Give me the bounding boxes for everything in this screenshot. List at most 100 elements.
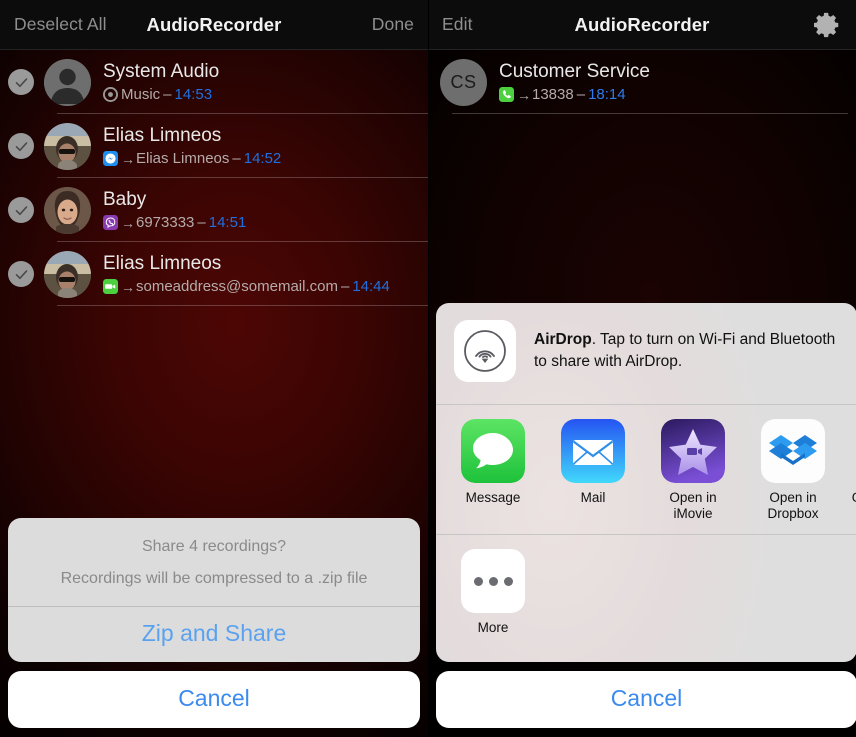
recording-title: System Audio xyxy=(103,60,220,82)
recording-time: 18:14 xyxy=(588,86,626,104)
done-button[interactable]: Done xyxy=(372,14,414,35)
phone-icon xyxy=(499,87,514,103)
share-app-label: Open in Drive xyxy=(852,490,856,506)
messenger-icon xyxy=(103,151,118,167)
recording-time: 14:53 xyxy=(174,86,213,104)
avatar xyxy=(44,58,91,106)
action-sheet-title: Share 4 recordings? xyxy=(141,538,287,555)
checkmark-icon[interactable] xyxy=(8,261,34,287)
dropbox-icon[interactable] xyxy=(761,419,825,484)
right-panel: Edit AudioRecorder CS Customer Service →… xyxy=(428,0,856,737)
separator-dash: – xyxy=(232,150,241,168)
share-app-mail[interactable]: Mail xyxy=(552,419,634,522)
avatar xyxy=(44,122,91,170)
table-row[interactable]: System Audio Music – 14:53 xyxy=(0,50,428,114)
recording-time: 14:51 xyxy=(208,214,247,232)
recording-destination: 13838 xyxy=(532,86,574,104)
zip-and-share-button[interactable]: Zip and Share xyxy=(8,606,420,662)
recording-subtitle: → 6973333 – 14:51 xyxy=(103,214,246,231)
share-app-drive[interactable]: Open in Drive xyxy=(852,419,856,522)
table-row[interactable]: Elias Limneos → someaddress@somemail.com… xyxy=(0,242,428,306)
music-record-icon xyxy=(103,87,118,103)
airdrop-icon[interactable] xyxy=(454,320,516,383)
recording-time: 14:52 xyxy=(243,150,282,168)
share-app-more[interactable]: More xyxy=(452,549,534,650)
mail-icon[interactable] xyxy=(561,419,625,484)
gear-icon[interactable] xyxy=(812,10,842,40)
edit-button[interactable]: Edit xyxy=(442,14,473,35)
share-sheet: AirDrop. Tap to turn on Wi-Fi and Blueto… xyxy=(436,303,856,728)
right-navbar: Edit AudioRecorder xyxy=(428,0,856,50)
left-panel: Deselect All AudioRecorder Done System A… xyxy=(0,0,428,737)
table-row[interactable]: Baby → 6973333 – 14:51 xyxy=(0,178,428,242)
share-confirm-action-sheet: Share 4 recordings? Recordings will be c… xyxy=(8,518,420,728)
separator-dash: – xyxy=(197,214,206,232)
recording-destination: Music xyxy=(121,86,161,104)
recording-subtitle: → Elias Limneos – 14:52 xyxy=(103,150,281,167)
share-apps-row: Message Mail Open in iMovie Open in Drop… xyxy=(436,405,856,534)
imovie-icon[interactable] xyxy=(661,419,725,484)
avatar: CS xyxy=(440,58,487,106)
recording-destination: someaddress@somemail.com xyxy=(136,278,338,296)
share-app-imovie[interactable]: Open in iMovie xyxy=(652,419,734,522)
left-recording-list: System Audio Music – 14:53 Elias Limneos… xyxy=(0,50,428,306)
recording-subtitle: Music – 14:53 xyxy=(103,86,219,103)
share-app-label: Open in iMovie xyxy=(669,490,717,522)
table-row[interactable]: Elias Limneos → Elias Limneos – 14:52 xyxy=(0,114,428,178)
arrow-icon: → xyxy=(121,150,135,167)
recording-title: Baby xyxy=(103,188,147,210)
airdrop-description: AirDrop. Tap to turn on Wi-Fi and Blueto… xyxy=(534,329,841,372)
share-app-message[interactable]: Message xyxy=(452,419,534,522)
avatar xyxy=(44,250,91,298)
row-separator xyxy=(452,113,848,114)
checkmark-icon[interactable] xyxy=(8,133,34,159)
avatar xyxy=(44,186,91,234)
cancel-button[interactable]: Cancel xyxy=(436,671,856,728)
viber-icon xyxy=(103,215,118,231)
share-sheet-group: AirDrop. Tap to turn on Wi-Fi and Blueto… xyxy=(436,303,856,662)
recording-title: Customer Service xyxy=(499,60,650,82)
arrow-icon: → xyxy=(517,86,531,103)
row-separator xyxy=(57,305,428,306)
action-sheet-group: Share 4 recordings? Recordings will be c… xyxy=(8,518,420,662)
checkmark-icon[interactable] xyxy=(8,197,34,223)
airdrop-row[interactable]: AirDrop. Tap to turn on Wi-Fi and Blueto… xyxy=(436,303,856,406)
arrow-icon: → xyxy=(121,214,135,231)
recording-title: Elias Limneos xyxy=(103,252,222,274)
left-navbar: Deselect All AudioRecorder Done xyxy=(0,0,428,50)
share-app-label: Open in Dropbox xyxy=(767,490,819,522)
cancel-button[interactable]: Cancel xyxy=(8,671,420,728)
deselect-all-button[interactable]: Deselect All xyxy=(14,14,107,35)
checkmark-icon[interactable] xyxy=(8,69,34,95)
right-recording-list: CS Customer Service → 13838 – 18:14 xyxy=(428,50,856,114)
action-sheet-message: Recordings will be compressed to a .zip … xyxy=(60,570,368,587)
separator-dash: – xyxy=(340,278,350,296)
separator-dash: – xyxy=(163,86,172,104)
dual-panel-screenshot: Deselect All AudioRecorder Done System A… xyxy=(0,0,856,737)
recording-subtitle: → someaddress@somemail.com – 14:44 xyxy=(103,278,390,295)
table-row[interactable]: CS Customer Service → 13838 – 18:14 xyxy=(428,50,856,114)
ellipsis-dot xyxy=(503,576,513,586)
recording-title: Elias Limneos xyxy=(103,124,222,146)
ellipsis-icon[interactable] xyxy=(461,549,525,613)
share-more-label: More xyxy=(477,620,509,635)
separator-dash: – xyxy=(576,86,586,104)
share-app-label: Mail xyxy=(580,490,606,506)
settings-button[interactable] xyxy=(812,10,842,40)
recording-time: 14:44 xyxy=(352,278,390,296)
message-icon[interactable] xyxy=(461,419,525,484)
recording-subtitle: → 13838 – 18:14 xyxy=(499,86,650,103)
ellipsis-dot xyxy=(473,576,483,586)
share-app-dropbox[interactable]: Open in Dropbox xyxy=(752,419,834,522)
avatar-initials: CS xyxy=(450,71,477,92)
airdrop-label: AirDrop xyxy=(534,331,592,349)
ellipsis-dot xyxy=(488,576,498,586)
recording-destination: Elias Limneos xyxy=(136,150,230,168)
facetime-video-icon xyxy=(103,279,118,295)
share-more-row: More xyxy=(436,534,856,662)
panel-divider xyxy=(428,0,429,737)
action-sheet-header: Share 4 recordings? Recordings will be c… xyxy=(8,518,420,606)
recording-destination: 6973333 xyxy=(136,214,195,232)
arrow-icon: → xyxy=(121,278,135,295)
right-page-title: AudioRecorder xyxy=(574,13,710,35)
